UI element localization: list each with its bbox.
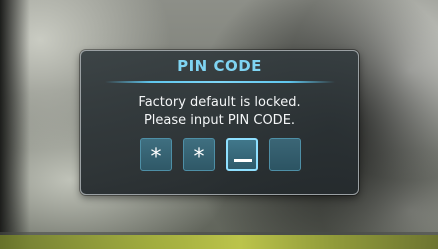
pin-digit-1[interactable]: * <box>140 138 172 171</box>
dialog-title: PIN CODE <box>177 57 262 75</box>
title-divider <box>105 81 335 83</box>
text-cursor <box>234 159 252 162</box>
dialog-message-line-2: Please input PIN CODE. <box>143 113 296 128</box>
pin-digit-3[interactable] <box>226 138 258 171</box>
background-shadow <box>0 0 30 249</box>
pin-digit-2[interactable]: * <box>183 138 215 171</box>
pin-digit-4[interactable] <box>269 138 301 171</box>
dialog-message-line-1: Factory default is locked. <box>138 95 301 110</box>
background-floor <box>0 235 438 249</box>
pin-code-dialog: PIN CODE Factory default is locked. Plea… <box>80 50 359 195</box>
